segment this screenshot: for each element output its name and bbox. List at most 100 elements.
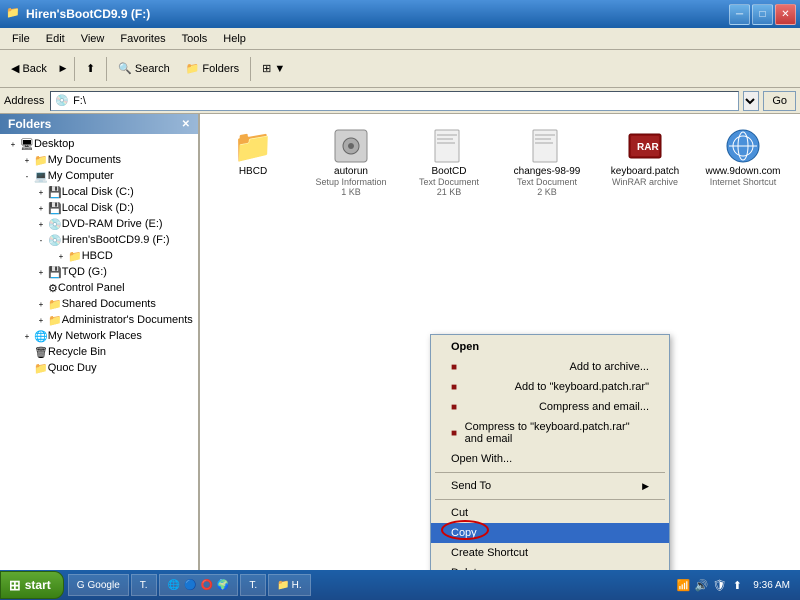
sidebar-item-hbcd[interactable]: + 📁 HBCD (0, 248, 198, 264)
taskbar-item-t2[interactable]: T. (240, 574, 266, 596)
file-item-keyboard[interactable]: RAR keyboard.patch WinRAR archive (600, 122, 690, 201)
ctx-add-archive[interactable]: ■ Add to archive... (431, 357, 669, 377)
ctx-send-to[interactable]: Send To ▶ (431, 476, 669, 496)
expand-tqd[interactable]: + (34, 265, 48, 279)
sidebar-item-admin-docs[interactable]: + 📁 Administrator's Documents (0, 312, 198, 328)
expand-dvdram[interactable]: + (34, 217, 48, 231)
ctx-create-shortcut[interactable]: Create Shortcut (431, 543, 669, 563)
sidebar-item-local-c[interactable]: + 💾 Local Disk (C:) (0, 184, 198, 200)
tray-network-icon: 📶 (675, 577, 691, 593)
main-area: Folders ✕ + 🖥 Desktop + 📁 My Documents -… (0, 114, 800, 570)
ctx-open[interactable]: Open (431, 337, 669, 357)
expand-local-c[interactable]: + (34, 185, 48, 199)
icon-shared-docs: 📁 (48, 298, 62, 311)
menu-view[interactable]: View (73, 31, 113, 47)
maximize-button[interactable]: □ (752, 4, 773, 25)
taskbar-item-icons[interactable]: 🌐 🔵 ⭕ 🌍 (159, 574, 239, 596)
file-area: 📁 HBCD autorun Setup Information1 KB (200, 114, 800, 570)
label-hbcd: HBCD (82, 250, 113, 262)
views-button[interactable]: ⊞ ▼ (255, 53, 292, 85)
start-button[interactable]: ⊞ start (0, 571, 64, 599)
folders-button[interactable]: 📁 Folders (179, 53, 246, 85)
file-item-changes[interactable]: changes-98-99 Text Document2 KB (502, 122, 592, 201)
forward-button[interactable]: ▶ (56, 53, 70, 85)
sidebar-item-local-d[interactable]: + 💾 Local Disk (D:) (0, 200, 198, 216)
ctx-add-keyboard[interactable]: ■ Add to "keyboard.patch.rar" (431, 377, 669, 397)
sidebar-item-tqd[interactable]: + 💾 TQD (G:) (0, 264, 198, 280)
ctx-delete[interactable]: Delete (431, 563, 669, 570)
taskbar-t-label: T. (140, 580, 148, 591)
search-button[interactable]: 🔍 Search (111, 53, 177, 85)
file-item-www9down[interactable]: www.9down.com Internet Shortcut (698, 122, 788, 201)
sidebar-item-quoc-duy[interactable]: + 📁 Quoc Duy (0, 360, 198, 376)
sidebar-item-my-documents[interactable]: + 📁 My Documents (0, 152, 198, 168)
ctx-compress-email[interactable]: ■ Compress and email... (431, 397, 669, 417)
close-button[interactable]: ✕ (775, 4, 796, 25)
ctx-cut[interactable]: Cut (431, 503, 669, 523)
ctx-create-shortcut-label: Create Shortcut (451, 547, 528, 559)
label-desktop: Desktop (34, 138, 74, 150)
address-input-container[interactable]: 💿 (50, 91, 739, 111)
file-item-autorun[interactable]: autorun Setup Information1 KB (306, 122, 396, 201)
sidebar-item-dvdram[interactable]: + 💿 DVD-RAM Drive (E:) (0, 216, 198, 232)
minimize-button[interactable]: ─ (729, 4, 750, 25)
label-hirens: Hiren'sBootCD9.9 (F:) (62, 234, 170, 246)
expand-my-computer[interactable]: - (20, 169, 34, 183)
expand-shared-docs[interactable]: + (34, 297, 48, 311)
icon-my-computer: 💻 (34, 170, 48, 183)
sidebar-item-shared-docs[interactable]: + 📁 Shared Documents (0, 296, 198, 312)
taskbar-icon2: 🔵 (184, 580, 196, 591)
sidebar-item-my-computer[interactable]: - 💻 My Computer (0, 168, 198, 184)
expand-hbcd[interactable]: + (54, 249, 68, 263)
expand-my-documents[interactable]: + (20, 153, 34, 167)
expand-hirens[interactable]: - (34, 233, 48, 247)
menu-help[interactable]: Help (215, 31, 254, 47)
ctx-copy[interactable]: Copy (431, 523, 669, 543)
sidebar-close-button[interactable]: ✕ (182, 119, 190, 130)
menu-file[interactable]: File (4, 31, 38, 47)
address-dropdown[interactable]: ▼ (743, 91, 759, 111)
context-menu: Open ■ Add to archive... ■ Add to "keybo… (430, 334, 670, 570)
taskbar-folder-label: H. (292, 580, 302, 591)
expand-local-d[interactable]: + (34, 201, 48, 215)
sidebar-item-control-panel[interactable]: + ⚙ Control Panel (0, 280, 198, 296)
taskbar-google-icon: G (77, 580, 85, 591)
sidebar-item-hirens[interactable]: - 💿 Hiren'sBootCD9.9 (F:) (0, 232, 198, 248)
ctx-open-with[interactable]: Open With... (431, 449, 669, 469)
taskbar-item-google[interactable]: G Google (68, 574, 129, 596)
label-my-computer: My Computer (48, 170, 114, 182)
sidebar-item-recycle[interactable]: + 🗑 Recycle Bin (0, 344, 198, 360)
sidebar-title: Folders (8, 117, 51, 131)
menu-favorites[interactable]: Favorites (112, 31, 173, 47)
window-icon: 📁 (6, 6, 22, 22)
file-label-keyboard: keyboard.patch (611, 166, 679, 177)
expand-admin-docs[interactable]: + (34, 313, 48, 327)
icon-tqd: 💾 (48, 266, 62, 279)
file-item-hbcd-folder[interactable]: 📁 HBCD (208, 122, 298, 201)
menu-edit[interactable]: Edit (38, 31, 73, 47)
label-network: My Network Places (48, 330, 142, 342)
go-button[interactable]: Go (763, 91, 796, 111)
taskbar-item-t[interactable]: T. (131, 574, 157, 596)
ctx-compress-email2[interactable]: ■ Compress to "keyboard.patch.rar" and e… (431, 417, 669, 449)
expand-network[interactable]: + (20, 329, 34, 343)
expand-desktop[interactable]: + (6, 137, 20, 151)
back-button[interactable]: ◀ Back (4, 53, 54, 85)
ctx-copy-label: Copy (451, 527, 477, 539)
views-icon: ⊞ (262, 62, 271, 75)
label-local-c: Local Disk (C:) (62, 186, 134, 198)
folders-label: Folders (202, 63, 239, 75)
sidebar-item-network[interactable]: + 🌐 My Network Places (0, 328, 198, 344)
ctx-open-with-label: Open With... (451, 453, 512, 465)
sidebar-item-desktop[interactable]: + 🖥 Desktop (0, 136, 198, 152)
title-bar: 📁 Hiren'sBootCD9.9 (F:) ─ □ ✕ (0, 0, 800, 28)
label-local-d: Local Disk (D:) (62, 202, 134, 214)
menu-tools[interactable]: Tools (174, 31, 216, 47)
ctx-send-to-label: Send To (451, 480, 491, 492)
taskbar-item-folder[interactable]: 📁 H. (268, 574, 310, 596)
icon-hirens: 💿 (48, 234, 62, 247)
up-button[interactable]: ⬆ (79, 53, 102, 85)
ctx-sep1 (435, 472, 665, 473)
address-field[interactable] (73, 95, 734, 107)
file-item-bootcd[interactable]: BootCD Text Document21 KB (404, 122, 494, 201)
